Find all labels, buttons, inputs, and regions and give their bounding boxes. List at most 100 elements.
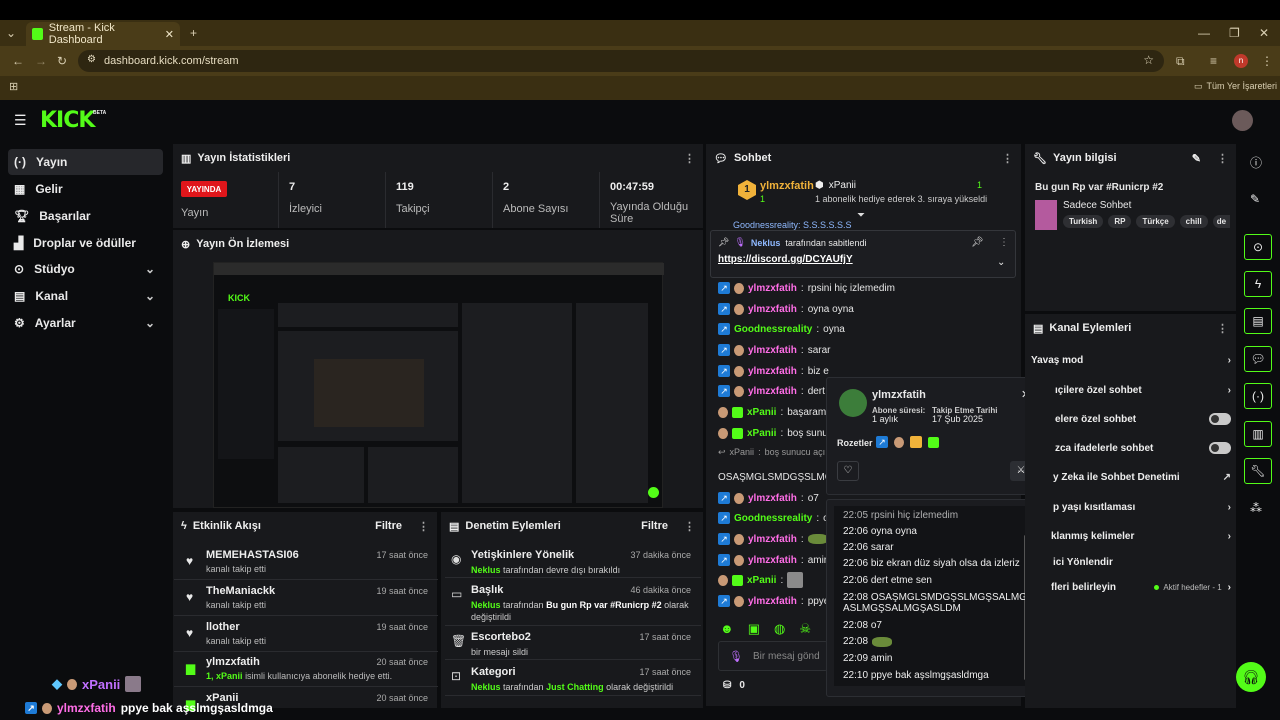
chat-filter-icon[interactable]: ⏷ <box>857 210 865 221</box>
emote-icon <box>718 574 728 586</box>
more-options-icon[interactable]: ⋮ <box>1217 322 1228 335</box>
crown-badge-icon <box>910 436 922 448</box>
action-emote-chat[interactable]: zca ifadelerle sohbet <box>1055 437 1231 459</box>
trophy-icon: 🏆︎ <box>14 209 30 223</box>
stats-header: ▥ Yayın İstatistikleri ⋮ <box>181 152 695 165</box>
rail-chat-button[interactable]: 💬︎ <box>1244 346 1272 372</box>
ball-emote-icon[interactable]: ◍ <box>774 621 785 637</box>
points-icon: ⛁ <box>723 680 732 691</box>
close-window-icon[interactable]: ✕ <box>1259 26 1269 40</box>
rail-document-button[interactable]: ▤ <box>1244 308 1272 334</box>
maximize-icon[interactable]: ❐ <box>1229 26 1240 40</box>
live-badge: YAYINDA <box>181 181 227 197</box>
chat-message: ↗Goodnessreality: o7 <box>718 509 834 527</box>
extensions-icon[interactable]: ⧉ <box>1176 54 1185 69</box>
stat-followers: 119 Takipçi <box>385 172 490 228</box>
stat-viewers: 7 İzleyici <box>278 172 383 228</box>
add-widget-icon[interactable]: ⁂ <box>1250 501 1262 515</box>
rail-camera-button[interactable]: ⊙ <box>1244 234 1272 260</box>
skull-emote-icon[interactable]: ☠ <box>799 621 811 637</box>
action-ai-moderation[interactable]: y Zeka ile Sohbet Denetimi ↗ <box>1053 466 1231 488</box>
kick-logo[interactable]: KICK <box>40 108 95 133</box>
action-follower-chat[interactable]: ıçilere özel sohbet › <box>1055 379 1231 401</box>
action-set-goals[interactable]: fleri belirleyin Aktif hedefler - 1 › <box>1051 576 1231 598</box>
rail-lightning-button[interactable]: ϟ <box>1244 271 1272 297</box>
chat-message: ↗ ylmzxfatih: rpsini hiç izlemedim <box>718 279 895 297</box>
address-bar[interactable]: ⚙ dashboard.kick.com/stream ☆ <box>78 50 1164 72</box>
action-slow-mode[interactable]: Yavaş mod › <box>1031 349 1231 371</box>
tag: de <box>1212 215 1231 228</box>
sidebar-item-ayarlar[interactable]: ⚙ Ayarlar ⌄ <box>8 310 163 336</box>
gear-icon: ⚙ <box>14 316 25 330</box>
top-gifter-name[interactable]: ylmzxfatih <box>760 180 814 192</box>
rail-list-button[interactable]: ▥ <box>1244 421 1272 447</box>
sidebar-item-kanal[interactable]: ▤ Kanal ⌄ <box>8 283 163 309</box>
edit-icon[interactable]: ✎ <box>1250 192 1260 206</box>
wrench-icon: 🔧︎ <box>1033 152 1047 165</box>
more-options-icon[interactable]: ⋮ <box>1002 152 1013 165</box>
channel-points[interactable]: ⛁ 0 <box>723 680 745 691</box>
browser-tab[interactable]: Stream - Kick Dashboard ✕ <box>26 22 180 46</box>
all-bookmarks[interactable]: ▭ Tüm Yer İşaretleri <box>1194 81 1277 92</box>
sub-duration-value: 1 aylık <box>872 414 899 424</box>
activity-filter-button[interactable]: Filtre <box>375 520 402 532</box>
moderation-filter-button[interactable]: Filtre <box>641 520 668 532</box>
more-options-icon[interactable]: ⋮ <box>684 520 695 533</box>
sidebar-item-yayin[interactable]: (·) Yayın <box>8 149 163 175</box>
more-options-icon[interactable]: ⋮ <box>418 520 429 533</box>
ghost-emote-icon[interactable]: ☻ <box>720 621 734 637</box>
chat-input[interactable]: 🎙︎ Bir mesaj gönd <box>718 641 828 671</box>
site-info-icon[interactable]: ⚙ <box>87 54 96 65</box>
action-sub-chat[interactable]: elere özel sohbet <box>1055 408 1231 430</box>
edit-pencil-icon[interactable]: ✎ <box>1192 152 1201 165</box>
media-icon[interactable]: ≡ <box>1210 54 1217 68</box>
hamburger-menu-icon[interactable]: ☰ <box>14 112 27 129</box>
rail-wrench-button[interactable]: 🔧︎ <box>1244 458 1272 484</box>
follow-heart-button[interactable]: ♡ <box>837 461 859 481</box>
channel-actions-header: ▤ Kanal Eylemleri ⋮ <box>1033 322 1228 335</box>
unpin-icon[interactable]: 📌︎ <box>971 237 984 248</box>
action-age-restriction[interactable]: p yaşı kısıtlaması › <box>1053 496 1231 518</box>
verified-badge-icon: ↗ <box>718 282 730 294</box>
help-support-button[interactable]: 🎧︎ <box>1236 662 1266 692</box>
trash-icon: 🗑︎ <box>451 634 467 648</box>
close-tab-icon[interactable]: ✕ <box>165 28 174 41</box>
minimize-icon[interactable]: — <box>1198 26 1210 40</box>
moderation-item: ◉ Yetişkinlere Yönelik Neklus tarafından … <box>445 545 701 578</box>
gift-icon: ▟ <box>14 236 24 250</box>
user-card-name: ylmzxfatih <box>872 389 926 401</box>
tag-list: Turkish RP Türkçe chill de <box>1063 215 1231 228</box>
gift-sub-icon: ▆ <box>186 661 196 675</box>
action-banned-words[interactable]: klanmış kelimeler › <box>1051 525 1231 547</box>
bookmark-star-icon[interactable]: ☆ <box>1143 53 1154 67</box>
more-options-icon[interactable]: ⋮ <box>1217 152 1228 165</box>
new-tab-icon[interactable]: + <box>190 26 197 40</box>
stream-preview-video[interactable]: KICK <box>213 262 664 508</box>
chat-header: 💬︎ Sohbet ⋮ <box>714 152 1013 165</box>
apps-icon[interactable]: ⊞ <box>9 80 18 93</box>
user-avatar[interactable] <box>1232 110 1253 131</box>
verified-badge-icon: ↗ <box>718 554 730 566</box>
rail-broadcast-button[interactable]: (·) <box>1244 383 1272 409</box>
sidebar-item-studyo[interactable]: ⊙ Stüdyo ⌄ <box>8 256 163 282</box>
activity-item: ♥ llother kanalı takip etti 19 saat önce <box>174 617 438 652</box>
back-icon[interactable]: ← <box>12 54 24 68</box>
gift-recipient[interactable]: ⬢ xPanii <box>815 180 856 191</box>
sidebar-item-gelir[interactable]: ▦ Gelir <box>8 176 163 202</box>
more-options-icon[interactable]: ⋮ <box>684 152 695 165</box>
sidebar-item-droplar[interactable]: ▟ Droplar ve ödüller <box>8 230 163 256</box>
stream-title: Bu gun Rp var #Runicrp #2 <box>1035 182 1164 193</box>
reload-icon[interactable]: ↻ <box>57 54 67 68</box>
stream-category: Sadece Sohbet <box>1063 200 1132 211</box>
action-raid[interactable]: ici Yönlendir <box>1053 551 1231 573</box>
menu-icon[interactable]: ⋮ <box>1261 54 1273 68</box>
sidebar-item-basarilar[interactable]: 🏆︎ Başarılar <box>8 203 163 229</box>
chevron-down-icon[interactable]: ⌄ <box>997 257 1005 268</box>
pinned-link[interactable]: https://discord.gg/DCYAUfjY <box>718 254 853 265</box>
tab-search-icon[interactable]: ⌄ <box>6 26 16 40</box>
pinned-more-icon[interactable]: ⋮ <box>999 237 1009 248</box>
profile-avatar[interactable]: n <box>1234 54 1248 68</box>
info-icon[interactable]: ⓘ <box>1250 154 1262 171</box>
forward-icon[interactable]: → <box>35 54 47 68</box>
grin-emote-icon[interactable]: ▣ <box>748 621 760 637</box>
